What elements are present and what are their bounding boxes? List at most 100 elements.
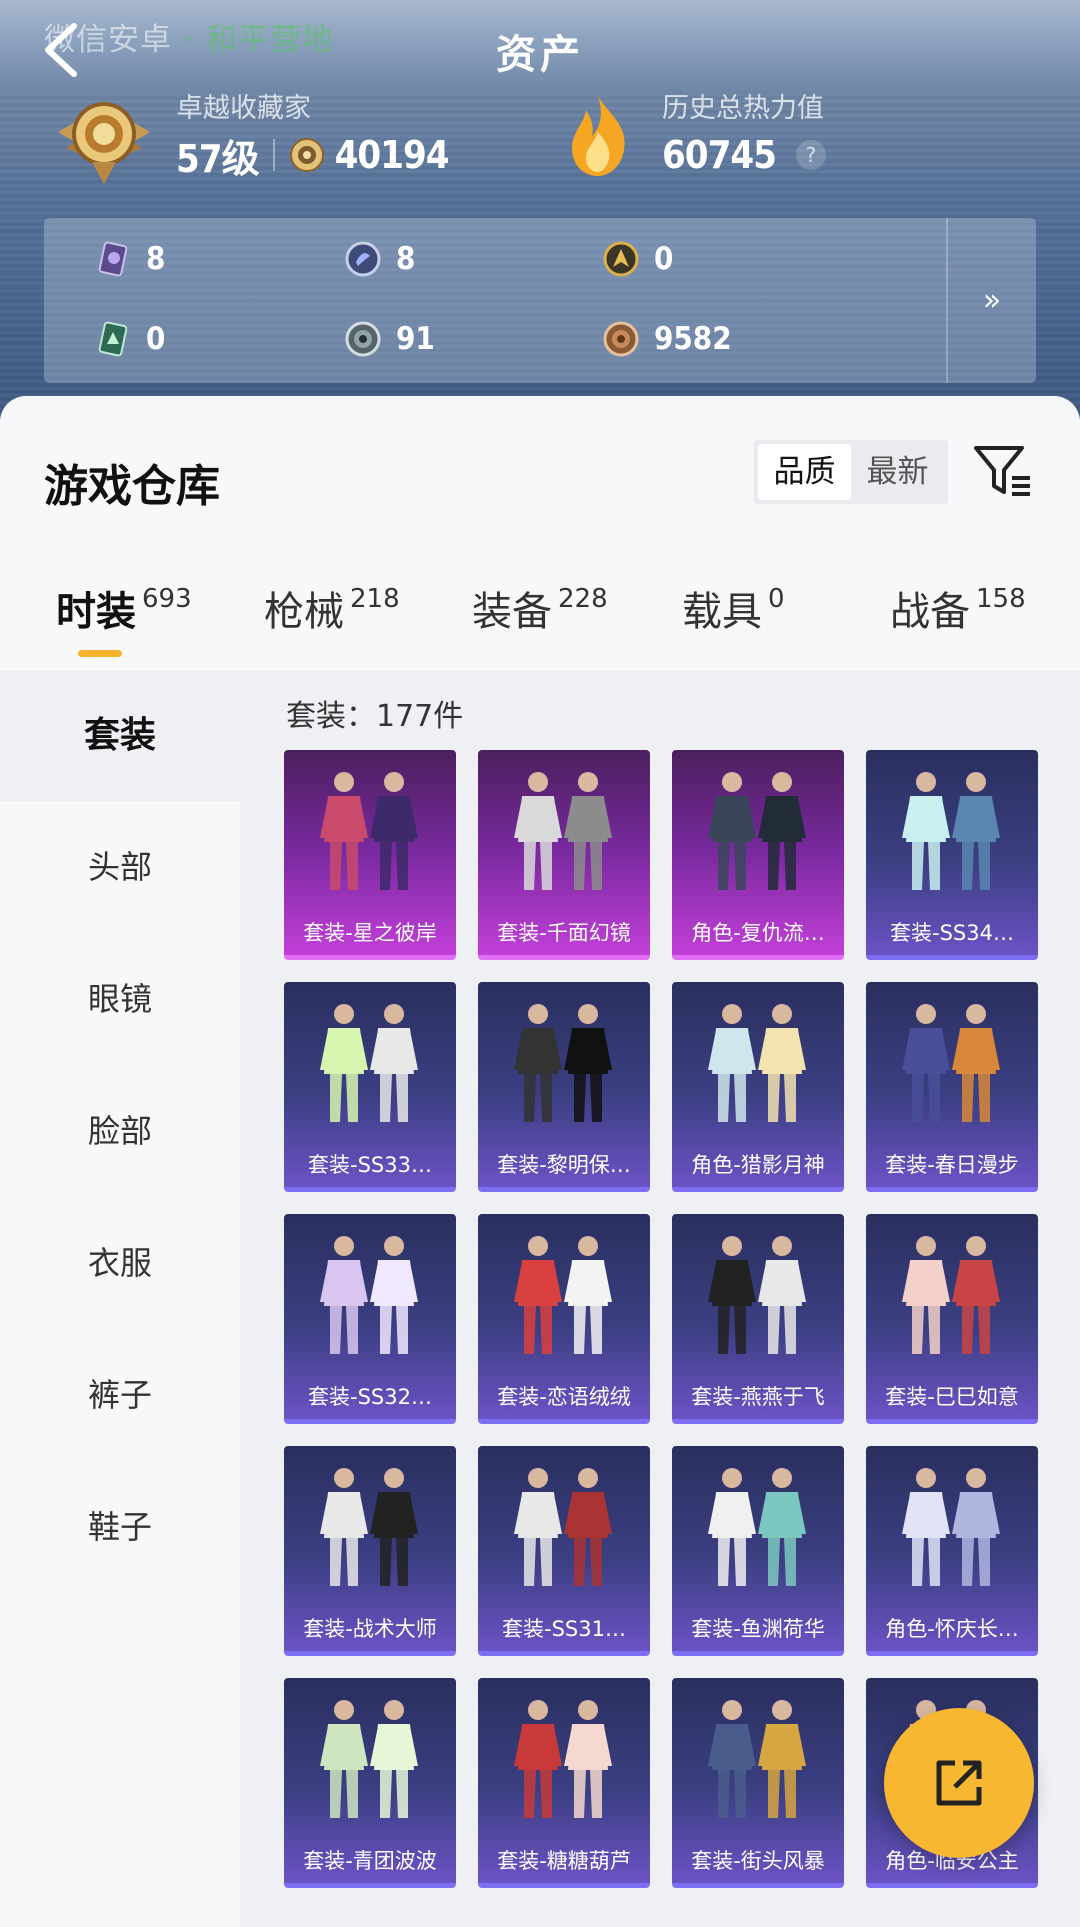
sort-newest-button[interactable]: 最新	[851, 444, 944, 500]
tab-count: 0	[768, 584, 785, 614]
currency-value: 8	[396, 241, 416, 277]
outfit-card[interactable]: 套装-千面幻镜	[478, 750, 650, 960]
outfit-card[interactable]: 套装-SS33…	[284, 982, 456, 1192]
active-tab-indicator	[78, 650, 122, 657]
outfit-preview-icon	[708, 772, 806, 890]
bronze-coin-icon	[603, 321, 639, 357]
outfit-preview-icon	[320, 1700, 418, 1818]
outfit-preview-icon	[320, 772, 418, 890]
heat-title: 历史总热力值	[662, 93, 824, 124]
silver-coin-icon	[345, 321, 381, 357]
collector-badge-icon	[52, 92, 156, 188]
tab-supplies[interactable]: 战备 158	[890, 572, 1026, 652]
flame-icon	[562, 92, 634, 178]
outfit-preview-icon	[514, 1468, 612, 1586]
tab-fashion[interactable]: 时装 693	[56, 572, 192, 652]
currency-grid: 8 8 0 0 91 9582	[44, 218, 944, 383]
currency-value: 9582	[654, 321, 732, 357]
outfit-card-label: 套装-巳巳如意	[885, 1385, 1019, 1409]
sidebar-item-face[interactable]: 脸部	[0, 1065, 240, 1195]
outfit-card[interactable]: 套装-春日漫步	[866, 982, 1038, 1192]
divider	[272, 139, 275, 171]
outfit-card[interactable]: 套装-SS32…	[284, 1214, 456, 1424]
outfit-card[interactable]: 套装-黎明保…	[478, 982, 650, 1192]
outfit-card[interactable]: 套装-SS34…	[866, 750, 1038, 960]
currency-value: 8	[146, 241, 166, 277]
outfit-card-label: 套装-星之彼岸	[303, 921, 437, 945]
outfit-preview-icon	[902, 1236, 1000, 1354]
outfit-card-label: 套装-春日漫步	[885, 1153, 1019, 1177]
currency-item: 8	[94, 234, 165, 284]
outfit-card-label: 套装-黎明保…	[497, 1153, 631, 1177]
outfit-card[interactable]: 套装-鱼渊荷华	[672, 1446, 844, 1656]
sidebar-item-clothes[interactable]: 衣服	[0, 1197, 240, 1327]
outfit-card[interactable]: 套装-巳巳如意	[866, 1214, 1038, 1424]
page-title: 资产	[496, 32, 584, 78]
outfit-card-label: 角色-猎影月神	[691, 1153, 825, 1177]
filter-icon	[974, 446, 1030, 496]
filter-button[interactable]	[972, 440, 1034, 500]
outfit-card[interactable]: 套装-燕燕于飞	[672, 1214, 844, 1424]
share-button[interactable]	[884, 1708, 1034, 1858]
outfit-preview-icon	[320, 1236, 418, 1354]
sort-quality-button[interactable]: 品质	[758, 444, 851, 500]
heat-value: 60745	[662, 133, 777, 177]
outfit-card-label: 套装-青团波波	[303, 1849, 437, 1873]
sidebar-item-glasses[interactable]: 眼镜	[0, 933, 240, 1063]
purple-card-icon	[98, 241, 128, 277]
outfit-card[interactable]: 角色-怀庆长…	[866, 1446, 1038, 1656]
tab-count: 228	[558, 584, 608, 614]
currency-item: 0	[94, 314, 165, 364]
outfit-card-label: 套装-燕燕于飞	[691, 1385, 825, 1409]
outfit-card[interactable]: 角色-猎影月神	[672, 982, 844, 1192]
outfit-card-label: 套装-SS33…	[308, 1153, 432, 1177]
sort-toggle: 品质 最新	[754, 440, 948, 504]
outfit-preview-icon	[902, 772, 1000, 890]
sidebar-item-shoes[interactable]: 鞋子	[0, 1461, 240, 1591]
outfit-card[interactable]: 套装-恋语绒绒	[478, 1214, 650, 1424]
outfit-card-label: 角色-复仇流…	[691, 921, 825, 945]
tab-count: 693	[142, 584, 192, 614]
help-icon[interactable]: ?	[795, 140, 826, 170]
currency-panel: 8 8 0 0 91 9582 »	[44, 218, 1036, 383]
heat-row: 60745 ?	[662, 130, 826, 180]
outfit-card[interactable]: 套装-街头风暴	[672, 1678, 844, 1888]
tab-count: 218	[350, 584, 400, 614]
tab-equipment[interactable]: 装备 228	[472, 572, 608, 652]
sidebar-item-head[interactable]: 头部	[0, 801, 240, 931]
outfit-card[interactable]: 套装-星之彼岸	[284, 750, 456, 960]
warehouse-sheet: 游戏仓库 品质 最新 时装 693 枪械 218 装备 228 载具 0 战备 …	[0, 396, 1080, 1927]
outfit-preview-icon	[514, 1236, 612, 1354]
outfit-card[interactable]: 套装-青团波波	[284, 1678, 456, 1888]
share-icon	[936, 1760, 982, 1806]
collector-title: 卓越收藏家	[176, 93, 311, 124]
currency-value: 0	[654, 241, 674, 277]
outfit-card-label: 套装-SS32…	[308, 1385, 432, 1409]
outfit-preview-icon	[320, 1468, 418, 1586]
outfit-card[interactable]: 套装-SS31…	[478, 1446, 650, 1656]
currency-item: 8	[344, 234, 415, 284]
tab-vehicles[interactable]: 载具 0	[682, 572, 785, 652]
currency-item: 9582	[602, 314, 732, 364]
outfit-preview-icon	[708, 1700, 806, 1818]
sidebar-item-pants[interactable]: 裤子	[0, 1329, 240, 1459]
outfit-preview-icon	[708, 1468, 806, 1586]
player-level: 57级	[176, 136, 260, 181]
level-points-row: 57级 40194	[176, 130, 450, 181]
tab-label: 战备	[890, 589, 970, 635]
category-tabs: 时装 693 枪械 218 装备 228 载具 0 战备 158	[0, 572, 1080, 672]
sidebar-item-outfit[interactable]: 套装	[0, 671, 240, 801]
double-chevron-right-icon: »	[982, 283, 1002, 318]
tab-weapons[interactable]: 枪械 218	[264, 572, 400, 652]
tab-label: 时装	[56, 589, 136, 635]
blue-token-icon	[345, 241, 381, 277]
outfit-preview-icon	[514, 1004, 612, 1122]
outfit-card[interactable]: 角色-复仇流…	[672, 750, 844, 960]
outfit-preview-icon	[902, 1468, 1000, 1586]
outfit-card[interactable]: 套装-糖糖葫芦	[478, 1678, 650, 1888]
outfit-card-label: 套装-千面幻镜	[497, 921, 631, 945]
currency-value: 0	[146, 321, 166, 357]
outfit-card[interactable]: 套装-战术大师	[284, 1446, 456, 1656]
expand-currencies-button[interactable]: »	[948, 218, 1036, 383]
outfit-card-label: 套装-鱼渊荷华	[691, 1617, 825, 1641]
